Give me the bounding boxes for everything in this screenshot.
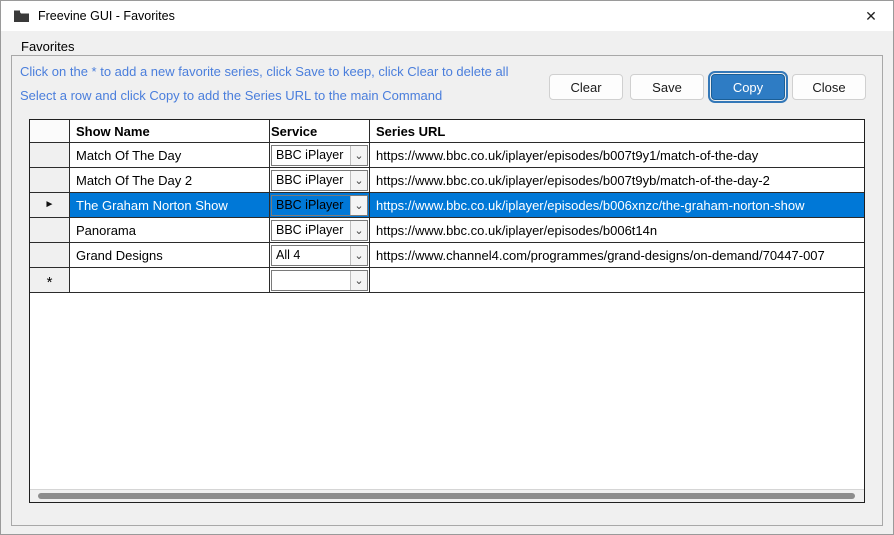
service-combobox[interactable]: BBC iPlayer ⌄ bbox=[271, 169, 368, 191]
horizontal-scrollbar[interactable] bbox=[30, 489, 864, 502]
dropdown-chevron-icon[interactable]: ⌄ bbox=[350, 170, 367, 190]
show-name-cell[interactable] bbox=[70, 268, 270, 292]
column-header-series-url[interactable]: Series URL bbox=[370, 120, 864, 142]
dropdown-chevron-icon[interactable]: ⌄ bbox=[350, 220, 367, 240]
groupbox-label: Favorites bbox=[19, 39, 77, 54]
dropdown-chevron-icon[interactable]: ⌄ bbox=[350, 245, 367, 265]
show-name-cell[interactable]: Match Of The Day bbox=[70, 143, 270, 167]
grid-new-row[interactable]: * ⌄ bbox=[30, 268, 864, 293]
close-button[interactable]: Close bbox=[792, 74, 866, 100]
clear-button[interactable]: Clear bbox=[549, 74, 623, 100]
app-window: Freevine GUI - Favorites ✕ Favorites Cli… bbox=[0, 0, 894, 535]
save-button[interactable]: Save bbox=[630, 74, 704, 100]
series-url-cell[interactable]: https://www.channel4.com/programmes/gran… bbox=[370, 243, 864, 267]
button-row: Clear Save Copy Close bbox=[549, 71, 866, 103]
grid-body: Match Of The Day BBC iPlayer ⌄ https://www.… bbox=[30, 143, 864, 293]
service-cell[interactable]: ⌄ bbox=[270, 268, 370, 292]
current-row-arrow-icon: ► bbox=[44, 199, 55, 210]
row-header-cell[interactable] bbox=[30, 168, 70, 192]
window-close-icon[interactable]: ✕ bbox=[849, 1, 893, 31]
dropdown-chevron-icon[interactable]: ⌄ bbox=[350, 195, 367, 215]
instruction-line-2: Select a row and click Copy to add the S… bbox=[20, 88, 443, 103]
series-url-cell[interactable] bbox=[370, 268, 864, 292]
service-combobox-value: All 4 bbox=[276, 248, 301, 262]
show-name-cell[interactable]: The Graham Norton Show bbox=[70, 193, 270, 217]
favorites-grid: Show Name Service Series URL Match Of Th… bbox=[29, 119, 865, 503]
service-combobox-value: BBC iPlayer bbox=[276, 198, 344, 212]
app-icon bbox=[13, 8, 29, 24]
series-url-cell[interactable]: https://www.bbc.co.uk/iplayer/episodes/b… bbox=[370, 168, 864, 192]
service-cell[interactable]: BBC iPlayer ⌄ bbox=[270, 168, 370, 192]
service-combobox-value: BBC iPlayer bbox=[276, 223, 344, 237]
column-header-show-name[interactable]: Show Name bbox=[70, 120, 270, 142]
favorites-groupbox: Click on the * to add a new favorite ser… bbox=[11, 55, 883, 526]
grid-row[interactable]: Panorama BBC iPlayer ⌄ https://www.bbc.co.u… bbox=[30, 218, 864, 243]
service-combobox[interactable]: BBC iPlayer ⌄ bbox=[271, 219, 368, 241]
service-cell[interactable]: All 4 ⌄ bbox=[270, 243, 370, 267]
service-combobox[interactable]: All 4 ⌄ bbox=[271, 244, 368, 266]
dropdown-chevron-icon[interactable]: ⌄ bbox=[350, 270, 367, 290]
horizontal-scrollbar-thumb[interactable] bbox=[38, 493, 855, 499]
row-header-cell[interactable]: * bbox=[30, 268, 70, 292]
series-url-cell[interactable]: https://www.bbc.co.uk/iplayer/episodes/b… bbox=[370, 193, 864, 217]
series-url-cell[interactable]: https://www.bbc.co.uk/iplayer/episodes/b… bbox=[370, 218, 864, 242]
grid-row[interactable]: Match Of The Day 2 BBC iPlayer ⌄ https://ww… bbox=[30, 168, 864, 193]
grid-row[interactable]: Grand Designs All 4 ⌄ https://www.channel4.… bbox=[30, 243, 864, 268]
service-combobox-value: BBC iPlayer bbox=[276, 148, 344, 162]
service-combobox-value: BBC iPlayer bbox=[276, 173, 344, 187]
copy-button[interactable]: Copy bbox=[708, 71, 788, 103]
grid-empty-area bbox=[30, 293, 864, 489]
row-header-cell[interactable] bbox=[30, 243, 70, 267]
row-header-cell[interactable]: ► bbox=[30, 193, 70, 217]
service-combobox[interactable]: BBC iPlayer ⌄ bbox=[271, 194, 368, 216]
grid-corner-cell bbox=[30, 120, 70, 142]
service-cell[interactable]: BBC iPlayer ⌄ bbox=[270, 218, 370, 242]
instruction-line-1: Click on the * to add a new favorite ser… bbox=[20, 64, 509, 79]
service-cell[interactable]: BBC iPlayer ⌄ bbox=[270, 193, 370, 217]
grid-row[interactable]: ► The Graham Norton Show BBC iPlayer ⌄ https… bbox=[30, 193, 864, 218]
service-combobox[interactable]: BBC iPlayer ⌄ bbox=[271, 144, 368, 166]
service-cell[interactable]: BBC iPlayer ⌄ bbox=[270, 143, 370, 167]
show-name-cell[interactable]: Match Of The Day 2 bbox=[70, 168, 270, 192]
column-header-service[interactable]: Service bbox=[270, 120, 370, 142]
titlebar: Freevine GUI - Favorites ✕ bbox=[1, 1, 893, 31]
show-name-cell[interactable]: Grand Designs bbox=[70, 243, 270, 267]
grid-header-row: Show Name Service Series URL bbox=[30, 120, 864, 143]
grid-row[interactable]: Match Of The Day BBC iPlayer ⌄ https://www.… bbox=[30, 143, 864, 168]
window-title: Freevine GUI - Favorites bbox=[38, 9, 175, 23]
show-name-cell[interactable]: Panorama bbox=[70, 218, 270, 242]
service-combobox[interactable]: ⌄ bbox=[271, 269, 368, 291]
new-row-star-icon: * bbox=[46, 273, 53, 291]
row-header-cell[interactable] bbox=[30, 218, 70, 242]
dropdown-chevron-icon[interactable]: ⌄ bbox=[350, 145, 367, 165]
series-url-cell[interactable]: https://www.bbc.co.uk/iplayer/episodes/b… bbox=[370, 143, 864, 167]
client-area: Favorites Click on the * to add a new fa… bbox=[1, 31, 893, 534]
row-header-cell[interactable] bbox=[30, 143, 70, 167]
